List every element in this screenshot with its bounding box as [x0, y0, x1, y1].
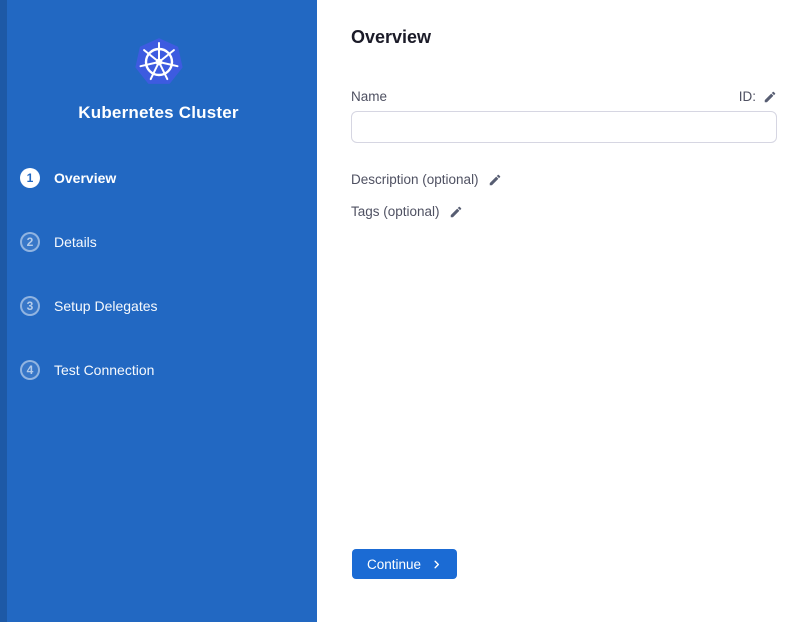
- edit-description-icon[interactable]: [488, 173, 502, 187]
- step-overview[interactable]: 1 Overview: [0, 167, 317, 189]
- connector-type-title: Kubernetes Cluster: [0, 103, 317, 123]
- step-details[interactable]: 2 Details: [0, 231, 317, 253]
- tags-field-row: Tags (optional): [351, 204, 777, 219]
- step-label: Overview: [54, 170, 116, 186]
- chevron-right-icon: [431, 559, 442, 570]
- step-number-badge: 3: [20, 296, 40, 316]
- description-field-row: Description (optional): [351, 172, 777, 187]
- tags-label: Tags (optional): [351, 204, 440, 219]
- name-field-header: Name ID:: [351, 89, 777, 104]
- kubernetes-logo-icon: [135, 38, 183, 86]
- step-test-connection[interactable]: 4 Test Connection: [0, 359, 317, 381]
- id-label: ID:: [739, 89, 756, 104]
- name-input[interactable]: [351, 111, 777, 143]
- step-number-badge: 4: [20, 360, 40, 380]
- step-label: Details: [54, 234, 97, 250]
- id-edit-group: ID:: [739, 89, 777, 104]
- page-title: Overview: [351, 27, 778, 48]
- wizard-sidebar: Kubernetes Cluster 1 Overview 2 Details …: [0, 0, 317, 622]
- step-number-badge: 1: [20, 168, 40, 188]
- step-setup-delegates[interactable]: 3 Setup Delegates: [0, 295, 317, 317]
- overview-form: Name ID: Description (optional): [351, 89, 777, 219]
- overview-step-panel: Overview Name ID: Description (optional): [317, 0, 811, 622]
- description-label: Description (optional): [351, 172, 479, 187]
- name-label: Name: [351, 89, 387, 104]
- connector-setup-wizard: Kubernetes Cluster 1 Overview 2 Details …: [0, 0, 811, 622]
- edit-tags-icon[interactable]: [449, 205, 463, 219]
- wizard-steps: 1 Overview 2 Details 3 Setup Delegates 4…: [0, 167, 317, 381]
- step-number-badge: 2: [20, 232, 40, 252]
- continue-button-label: Continue: [367, 557, 421, 572]
- edit-id-icon[interactable]: [763, 90, 777, 104]
- step-label: Setup Delegates: [54, 298, 158, 314]
- continue-button[interactable]: Continue: [352, 549, 457, 579]
- step-label: Test Connection: [54, 362, 154, 378]
